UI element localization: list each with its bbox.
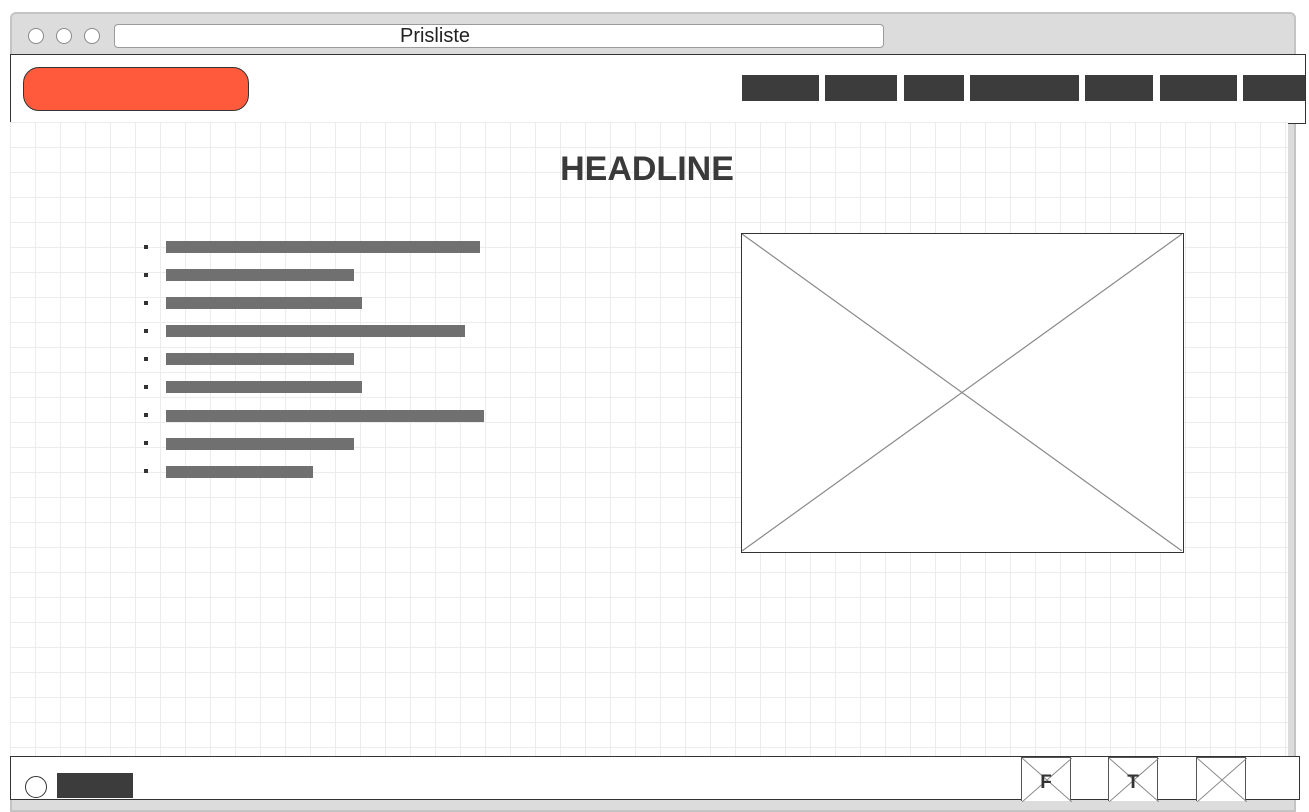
text-placeholder bbox=[166, 325, 465, 337]
text-placeholder bbox=[166, 241, 480, 253]
bullet-icon bbox=[144, 441, 148, 445]
bullet-icon bbox=[144, 385, 148, 389]
text-placeholder bbox=[166, 466, 313, 478]
image-placeholder bbox=[741, 233, 1184, 553]
nav-item-6[interactable] bbox=[1160, 75, 1237, 101]
site-header bbox=[10, 54, 1306, 124]
address-bar[interactable]: Prisliste bbox=[114, 24, 884, 48]
facebook-label: F bbox=[1040, 772, 1052, 793]
bullet-icon bbox=[144, 413, 148, 417]
text-placeholder bbox=[166, 269, 354, 281]
placeholder-cross-icon bbox=[1197, 758, 1247, 802]
title-bar: Prisliste bbox=[12, 14, 1294, 54]
close-window-icon[interactable] bbox=[28, 28, 44, 44]
logo[interactable] bbox=[23, 67, 249, 111]
footer-circle-icon[interactable] bbox=[25, 776, 47, 798]
nav-item-1[interactable] bbox=[742, 75, 819, 101]
nav-item-3[interactable] bbox=[904, 75, 964, 101]
twitter-icon[interactable]: T bbox=[1108, 757, 1159, 802]
nav-item-2[interactable] bbox=[825, 75, 897, 101]
text-placeholder bbox=[166, 381, 362, 393]
nav-item-5[interactable] bbox=[1085, 75, 1153, 101]
text-placeholder bbox=[166, 410, 484, 422]
bullet-icon bbox=[144, 301, 148, 305]
text-placeholder bbox=[166, 297, 362, 309]
bullet-icon bbox=[144, 357, 148, 361]
bullet-icon bbox=[144, 469, 148, 473]
footer-text-placeholder bbox=[57, 773, 133, 798]
minimize-window-icon[interactable] bbox=[56, 28, 72, 44]
bullet-icon bbox=[144, 329, 148, 333]
text-placeholder bbox=[166, 438, 354, 450]
image-icon[interactable] bbox=[1196, 757, 1247, 802]
bullet-icon bbox=[144, 245, 148, 249]
twitter-label: T bbox=[1127, 772, 1139, 793]
site-footer: F T bbox=[10, 756, 1300, 802]
image-placeholder-icon bbox=[741, 233, 1183, 552]
facebook-icon[interactable]: F bbox=[1021, 757, 1072, 802]
maximize-window-icon[interactable] bbox=[84, 28, 100, 44]
nav-item-4[interactable] bbox=[970, 75, 1079, 101]
nav-item-7[interactable] bbox=[1243, 75, 1305, 101]
text-placeholder bbox=[166, 353, 354, 365]
bullet-icon bbox=[144, 273, 148, 277]
page-title: Prisliste bbox=[399, 25, 470, 47]
headline: HEADLINE bbox=[560, 150, 734, 188]
